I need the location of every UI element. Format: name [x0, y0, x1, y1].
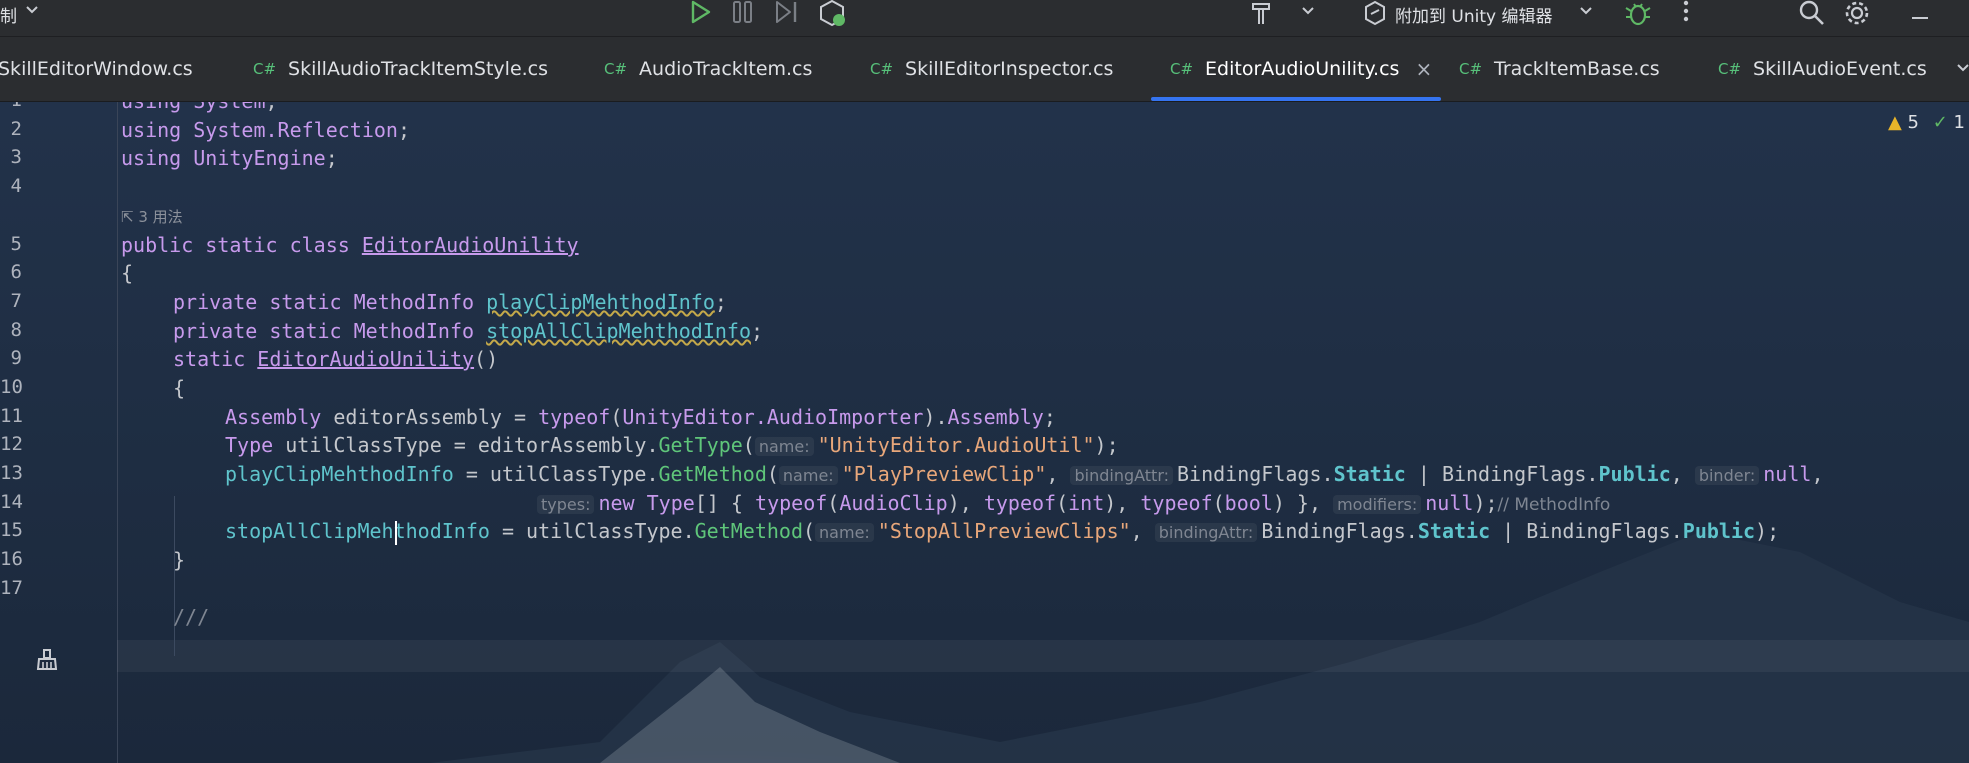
tab-label: SkillEditorInspector.cs: [905, 58, 1114, 80]
tabs-overflow-chevron-icon[interactable]: [1955, 59, 1969, 83]
run-icon[interactable]: [687, 0, 713, 30]
tab-skill-audio-track-item-style[interactable]: C# SkillAudioTrackItemStyle.cs: [253, 37, 548, 101]
csharp-file-icon: C#: [604, 60, 628, 78]
code-line-16: }: [173, 548, 186, 572]
line-number: 14: [0, 491, 23, 513]
code-line-3: using UnityEngine;: [121, 146, 338, 170]
code-cleanup-broom-icon[interactable]: [36, 649, 58, 675]
debug-bug-icon[interactable]: [1624, 0, 1652, 31]
line-number: 16: [0, 548, 23, 570]
unity-refresh-icon[interactable]: [817, 0, 847, 32]
warning-count: 5: [1907, 112, 1919, 133]
tab-label: AudioTrackItem.cs: [639, 58, 813, 80]
project-menu-label[interactable]: 制: [0, 2, 17, 27]
usages-codelens[interactable]: ⇱ 3 用法: [121, 206, 183, 227]
tab-skill-audio-event[interactable]: C# SkillAudioEvent.cs: [1718, 37, 1927, 101]
code-line-2: using System.Reflection;: [121, 118, 411, 142]
settings-gear-icon[interactable]: [1843, 0, 1871, 31]
code-line-14: types: new Type[] { typeof(AudioClip), ty…: [537, 491, 1610, 515]
build-options-chevron-icon[interactable]: [1300, 2, 1316, 26]
tab-skill-editor-inspector[interactable]: C# SkillEditorInspector.cs: [870, 37, 1113, 101]
warning-icon: ▲: [1887, 112, 1902, 133]
code-line-9: static EditorAudioUnility(): [173, 347, 499, 371]
line-number: 2: [10, 118, 22, 140]
code-line-1: using System;: [121, 102, 278, 113]
tab-label: EditorAudioUnility.cs: [1205, 58, 1400, 80]
code-line-8: private static MethodInfo stopAllClipMeh…: [173, 319, 764, 343]
line-number: 5: [10, 233, 22, 255]
tab-skill-editor-window[interactable]: SkillEditorWindow.cs: [0, 37, 193, 101]
indent-guide: [174, 496, 175, 656]
code-editor[interactable]: 1 2 3 4 5 6 7 8 9 10 11 12 13 14 15 16 1…: [0, 102, 1969, 763]
line-number: 7: [10, 290, 22, 312]
csharp-file-icon: C#: [253, 60, 277, 78]
check-icon: ✓: [1932, 112, 1948, 133]
line-number: 15: [0, 519, 23, 541]
ok-count: 1: [1953, 112, 1965, 133]
chevron-down-icon[interactable]: [24, 0, 40, 24]
line-number: 4: [10, 175, 22, 197]
line-number: 10: [0, 376, 23, 398]
csharp-file-icon: C#: [1718, 60, 1742, 78]
pause-icon[interactable]: [730, 0, 756, 30]
code-line-12: Type utilClassType = editorAssembly.GetT…: [225, 433, 1119, 457]
minimize-window-icon[interactable]: [1910, 6, 1930, 25]
tab-editor-audio-unility[interactable]: C# EditorAudioUnility.cs ×: [1170, 37, 1432, 101]
tab-label: SkillEditorWindow.cs: [0, 58, 193, 80]
line-number: 11: [0, 405, 23, 427]
attach-to-unity-label[interactable]: 附加到 Unity 编辑器: [1395, 2, 1552, 27]
line-number: 13: [0, 462, 23, 484]
csharp-file-icon: C#: [870, 60, 894, 78]
code-line-18: ///: [173, 605, 210, 629]
close-tab-icon[interactable]: ×: [1415, 57, 1432, 81]
tab-label: TrackItemBase.cs: [1494, 58, 1660, 80]
code-line-10: {: [173, 376, 186, 400]
line-number: 9: [10, 347, 22, 369]
code-line-11: Assembly editorAssembly = typeof(UnityEd…: [225, 405, 1056, 429]
line-number: 12: [0, 433, 23, 455]
code-line-7: private static MethodInfo playClipMehtho…: [173, 290, 727, 314]
attach-chevron-icon[interactable]: [1578, 2, 1594, 26]
code-line-15: stopAllClipMehthodInfo = utilClassType.G…: [225, 519, 1780, 543]
inspection-widget[interactable]: ▲ 5 ✓ 1: [1888, 112, 1965, 133]
current-line-highlight: [117, 640, 1969, 672]
line-number: 17: [0, 577, 23, 599]
search-icon[interactable]: [1798, 0, 1826, 31]
text-cursor: [395, 521, 397, 545]
line-number: 1: [0, 102, 22, 111]
editor-tab-bar: SkillEditorWindow.cs C# SkillAudioTrackI…: [0, 37, 1969, 102]
tab-audio-track-item[interactable]: C# AudioTrackItem.cs: [604, 37, 812, 101]
csharp-file-icon: C#: [1170, 60, 1194, 78]
tab-label: SkillAudioEvent.cs: [1753, 58, 1927, 80]
step-icon[interactable]: [773, 0, 801, 30]
code-line-5: public static class EditorAudioUnility: [121, 233, 579, 257]
attach-debugger-icon[interactable]: [1363, 0, 1387, 30]
active-tab-indicator: [1151, 97, 1441, 101]
code-line-13: playClipMehthodInfo = utilClassType.GetM…: [225, 462, 1824, 486]
line-number: 8: [10, 319, 22, 341]
more-vertical-icon[interactable]: [1680, 0, 1692, 28]
csharp-file-icon: C#: [1459, 60, 1483, 78]
usages-icon: ⇱: [121, 208, 134, 226]
line-number: 6: [10, 261, 22, 283]
line-number: 3: [10, 146, 22, 168]
main-toolbar: 制 附加到 Unity 编辑器: [0, 0, 1969, 37]
code-line-6: {: [121, 261, 134, 285]
tab-track-item-base[interactable]: C# TrackItemBase.cs: [1459, 37, 1660, 101]
tab-label: SkillAudioTrackItemStyle.cs: [288, 58, 549, 80]
build-hammer-icon[interactable]: [1248, 0, 1274, 30]
